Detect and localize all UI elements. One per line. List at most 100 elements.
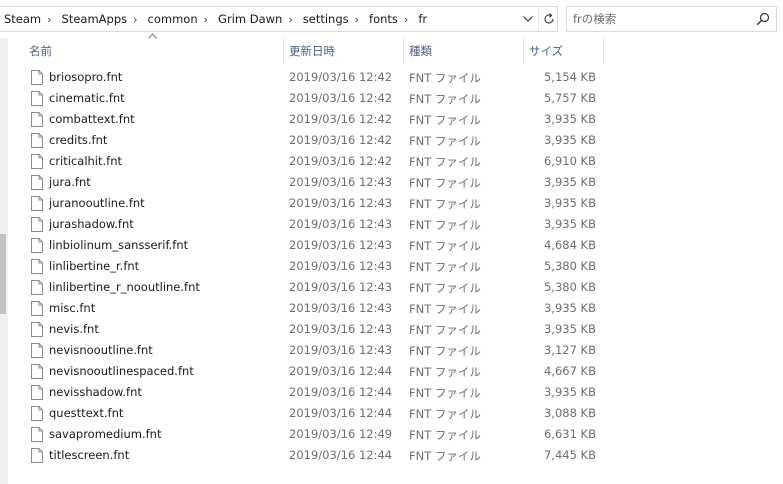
file-name[interactable]: savapromedium.fnt: [49, 427, 161, 441]
file-name[interactable]: cinematic.fnt: [49, 91, 125, 105]
file-name[interactable]: linlibertine_r.fnt: [49, 259, 139, 273]
file-date: 2019/03/16 12:43: [289, 343, 393, 357]
address-bar-area: Steam › SteamApps › common › Grim Dawn ›…: [0, 0, 783, 38]
file-row[interactable]: questtext.fnt 2019/03/16 12:44 FNT ファイル 3,0…: [28, 403, 608, 424]
file-name[interactable]: nevisnooutline.fnt: [49, 343, 153, 357]
file-type: FNT ファイル: [409, 134, 481, 148]
file-size: 5,757 KB: [543, 91, 596, 105]
file-name[interactable]: juranooutline.fnt: [49, 196, 145, 210]
file-row[interactable]: nevisnooutline.fnt 2019/03/16 12:43 FNT ファ…: [28, 340, 608, 361]
file-size: 5,380 KB: [543, 280, 596, 294]
column-header-size[interactable]: サイズ: [529, 38, 603, 64]
column-header-name-label: 名前: [29, 44, 52, 58]
file-row[interactable]: jura.fnt 2019/03/16 12:43 FNT ファイル 3,935 KB: [28, 172, 608, 193]
file-icon: [31, 385, 43, 400]
column-header-name[interactable]: 名前: [29, 38, 283, 64]
breadcrumb-settings[interactable]: settings: [299, 12, 350, 26]
file-type: FNT ファイル: [409, 428, 481, 442]
file-name[interactable]: titlescreen.fnt: [49, 448, 129, 462]
file-row[interactable]: titlescreen.fnt 2019/03/16 12:44 FNT ファイル 7…: [28, 445, 608, 466]
file-date: 2019/03/16 12:44: [289, 448, 393, 462]
chevron-right-icon[interactable]: ›: [42, 13, 57, 26]
file-type: FNT ファイル: [409, 176, 481, 190]
search-box[interactable]: [566, 6, 777, 32]
breadcrumb-steam[interactable]: Steam: [0, 12, 42, 26]
file-name[interactable]: linbiolinum_sansserif.fnt: [49, 238, 188, 252]
column-header-date[interactable]: 更新日時: [289, 38, 403, 64]
file-row[interactable]: juranooutline.fnt 2019/03/16 12:43 FNT ファイ…: [28, 193, 608, 214]
column-divider[interactable]: [283, 38, 284, 64]
file-type: FNT ファイル: [409, 365, 481, 379]
file-row[interactable]: linbiolinum_sansserif.fnt 2019/03/16 12:4…: [28, 235, 608, 256]
file-icon: [31, 343, 43, 358]
file-name[interactable]: briosopro.fnt: [49, 70, 122, 84]
file-type: FNT ファイル: [409, 281, 481, 295]
file-date: 2019/03/16 12:42: [289, 91, 393, 105]
file-name[interactable]: combattext.fnt: [49, 112, 135, 126]
file-row[interactable]: credits.fnt 2019/03/16 12:42 FNT ファイル 3,935…: [28, 130, 608, 151]
breadcrumb-fonts[interactable]: fonts: [365, 12, 399, 26]
file-type: FNT ファイル: [409, 197, 481, 211]
column-divider[interactable]: [523, 38, 524, 64]
file-row[interactable]: criticalhit.fnt 2019/03/16 12:42 FNT ファイル 6…: [28, 151, 608, 172]
file-row[interactable]: linlibertine_r_nooutline.fnt 2019/03/16 1…: [28, 277, 608, 298]
file-size: 7,445 KB: [543, 448, 596, 462]
chevron-right-icon[interactable]: ›: [283, 13, 298, 26]
file-size: 3,935 KB: [543, 196, 596, 210]
file-date: 2019/03/16 12:43: [289, 217, 393, 231]
file-row[interactable]: cinematic.fnt 2019/03/16 12:42 FNT ファイル 5,7…: [28, 88, 608, 109]
column-divider[interactable]: [603, 38, 604, 64]
file-name[interactable]: misc.fnt: [49, 301, 95, 315]
file-row[interactable]: nevisshadow.fnt 2019/03/16 12:44 FNT ファイル 3…: [28, 382, 608, 403]
search-icon[interactable]: [756, 12, 770, 26]
breadcrumb-common[interactable]: common: [144, 12, 199, 26]
file-type: FNT ファイル: [409, 407, 481, 421]
chevron-right-icon[interactable]: ›: [128, 13, 143, 26]
file-icon: [31, 91, 43, 106]
chevron-right-icon[interactable]: ›: [199, 13, 214, 26]
file-name[interactable]: nevisnooutlinespaced.fnt: [49, 364, 194, 378]
file-date: 2019/03/16 12:43: [289, 280, 393, 294]
file-row[interactable]: combattext.fnt 2019/03/16 12:42 FNT ファイル 3,…: [28, 109, 608, 130]
breadcrumb-grim-dawn[interactable]: Grim Dawn: [214, 12, 283, 26]
file-type: FNT ファイル: [409, 113, 481, 127]
navigation-pane-scrollbar[interactable]: [0, 38, 8, 484]
address-bar[interactable]: Steam › SteamApps › common › Grim Dawn ›…: [0, 6, 558, 32]
file-name[interactable]: linlibertine_r_nooutline.fnt: [49, 280, 200, 294]
file-row[interactable]: linlibertine_r.fnt 2019/03/16 12:43 FNT ファ…: [28, 256, 608, 277]
file-name[interactable]: nevis.fnt: [49, 322, 99, 336]
file-row[interactable]: misc.fnt 2019/03/16 12:43 FNT ファイル 3,935 KB: [28, 298, 608, 319]
file-icon: [31, 217, 43, 232]
chevron-right-icon[interactable]: ›: [350, 13, 365, 26]
file-list: briosopro.fnt 2019/03/16 12:42 FNT ファイル 5,1…: [28, 67, 608, 466]
search-input[interactable]: [573, 10, 743, 28]
file-size: 3,935 KB: [543, 385, 596, 399]
file-name[interactable]: criticalhit.fnt: [49, 154, 122, 168]
column-header-type[interactable]: 種類: [409, 38, 523, 64]
file-date: 2019/03/16 12:49: [289, 427, 393, 441]
file-row[interactable]: nevisnooutlinespaced.fnt 2019/03/16 12:44…: [28, 361, 608, 382]
file-size: 3,935 KB: [543, 301, 596, 315]
file-date: 2019/03/16 12:42: [289, 154, 393, 168]
file-icon: [31, 238, 43, 253]
file-type: FNT ファイル: [409, 260, 481, 274]
file-name[interactable]: jura.fnt: [49, 175, 91, 189]
file-icon: [31, 280, 43, 295]
file-row[interactable]: jurashadow.fnt 2019/03/16 12:43 FNT ファイル 3,…: [28, 214, 608, 235]
chevron-right-icon[interactable]: ›: [399, 13, 414, 26]
address-history-button[interactable]: [518, 6, 538, 32]
file-name[interactable]: jurashadow.fnt: [49, 217, 134, 231]
file-name[interactable]: questtext.fnt: [49, 406, 123, 420]
scrollbar-thumb[interactable]: [0, 234, 6, 314]
file-row[interactable]: savapromedium.fnt 2019/03/16 12:49 FNT ファイ…: [28, 424, 608, 445]
file-icon: [31, 259, 43, 274]
breadcrumb-steamapps[interactable]: SteamApps: [58, 12, 129, 26]
refresh-button[interactable]: [538, 6, 558, 32]
file-row[interactable]: briosopro.fnt 2019/03/16 12:42 FNT ファイル 5,1…: [28, 67, 608, 88]
file-name[interactable]: nevisshadow.fnt: [49, 385, 142, 399]
file-icon: [31, 448, 43, 463]
file-name[interactable]: credits.fnt: [49, 133, 107, 147]
file-row[interactable]: nevis.fnt 2019/03/16 12:43 FNT ファイル 3,935 K…: [28, 319, 608, 340]
column-divider[interactable]: [403, 38, 404, 64]
breadcrumb-fr[interactable]: fr: [414, 12, 428, 26]
